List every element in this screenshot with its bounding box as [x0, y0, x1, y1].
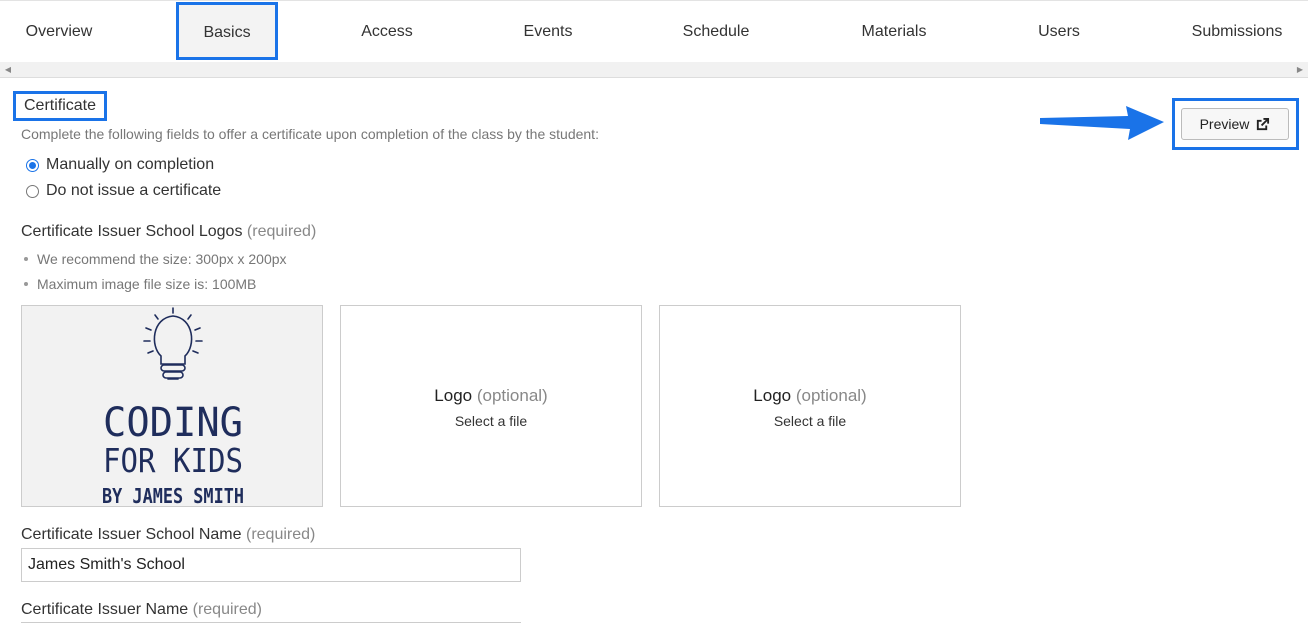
logo-text-line1: CODING [103, 400, 243, 446]
preview-highlight: Preview [1172, 98, 1299, 150]
school-name-input[interactable] [21, 548, 521, 582]
radio-label: Do not issue a certificate [46, 182, 222, 199]
tab-schedule[interactable]: Schedule [660, 1, 772, 63]
hint-filesize: Maximum image file size is: 100MB [21, 275, 287, 300]
tab-events[interactable]: Events [497, 1, 599, 63]
required-marker: (required) [192, 601, 262, 618]
logo-slot-label: Logo (optional) [660, 386, 960, 406]
issuer-name-label: Certificate Issuer Name (required) [21, 601, 262, 619]
logo-slot-2[interactable]: Logo (optional) Select a file [340, 305, 642, 507]
logo-slot-label: Logo (optional) [341, 386, 641, 406]
required-marker: (required) [245, 526, 316, 543]
logos-label-text: Certificate Issuer School Logos [21, 223, 243, 240]
logo-slot-title: Logo [753, 386, 792, 405]
optional-marker: (optional) [476, 386, 548, 405]
external-link-icon [1257, 117, 1270, 130]
required-marker: (required) [246, 223, 317, 240]
preview-label: Preview [1199, 116, 1250, 132]
school-name-label: Certificate Issuer School Name (required… [21, 526, 315, 544]
logo-text-line2: FOR KIDS [103, 441, 243, 480]
scroll-right-icon[interactable]: ▶ [1292, 62, 1308, 78]
logo-slot-3[interactable]: Logo (optional) Select a file [659, 305, 961, 507]
hint-size: We recommend the size: 300px x 200px [21, 250, 287, 275]
certificate-description: Complete the following fields to offer a… [21, 126, 599, 142]
logo-slot-title: Logo [434, 386, 473, 405]
tab-bar: Overview Basics Access Events Schedule M… [0, 0, 1308, 62]
tab-users[interactable]: Users [1018, 1, 1100, 63]
radio-label: Manually on completion [46, 156, 215, 173]
logo-text-line3: BY JAMES SMITH [102, 484, 244, 508]
certificate-heading: Certificate [13, 91, 108, 121]
logo-hints: We recommend the size: 300px x 200px Max… [21, 250, 287, 300]
coding-for-kids-logo: CODING FOR KIDS BY JAMES SMITH [102, 307, 244, 508]
radio-manually-on-completion[interactable]: Manually on completion [26, 156, 214, 174]
school-name-label-text: Certificate Issuer School Name [21, 526, 242, 543]
scroll-left-icon[interactable]: ◀ [0, 62, 16, 78]
tab-scrollbar[interactable]: ◀ ▶ [0, 62, 1308, 78]
select-file-link[interactable]: Select a file [660, 413, 960, 429]
logo-slot-1[interactable]: CODING FOR KIDS BY JAMES SMITH [21, 305, 323, 508]
annotation-arrow-icon [1040, 106, 1164, 140]
tab-submissions[interactable]: Submissions [1176, 1, 1298, 63]
tab-materials[interactable]: Materials [840, 1, 948, 63]
select-file-link[interactable]: Select a file [341, 413, 641, 429]
radio-unchecked-icon[interactable] [26, 184, 39, 198]
preview-button[interactable]: Preview [1181, 108, 1289, 140]
optional-marker: (optional) [795, 386, 867, 405]
radio-checked-icon[interactable] [26, 158, 39, 172]
tab-basics[interactable]: Basics [176, 2, 278, 60]
logos-label: Certificate Issuer School Logos (require… [21, 223, 316, 241]
tab-overview[interactable]: Overview [8, 1, 110, 63]
radio-do-not-issue[interactable]: Do not issue a certificate [26, 182, 221, 200]
tab-access[interactable]: Access [336, 1, 438, 63]
issuer-name-label-text: Certificate Issuer Name [21, 601, 189, 618]
